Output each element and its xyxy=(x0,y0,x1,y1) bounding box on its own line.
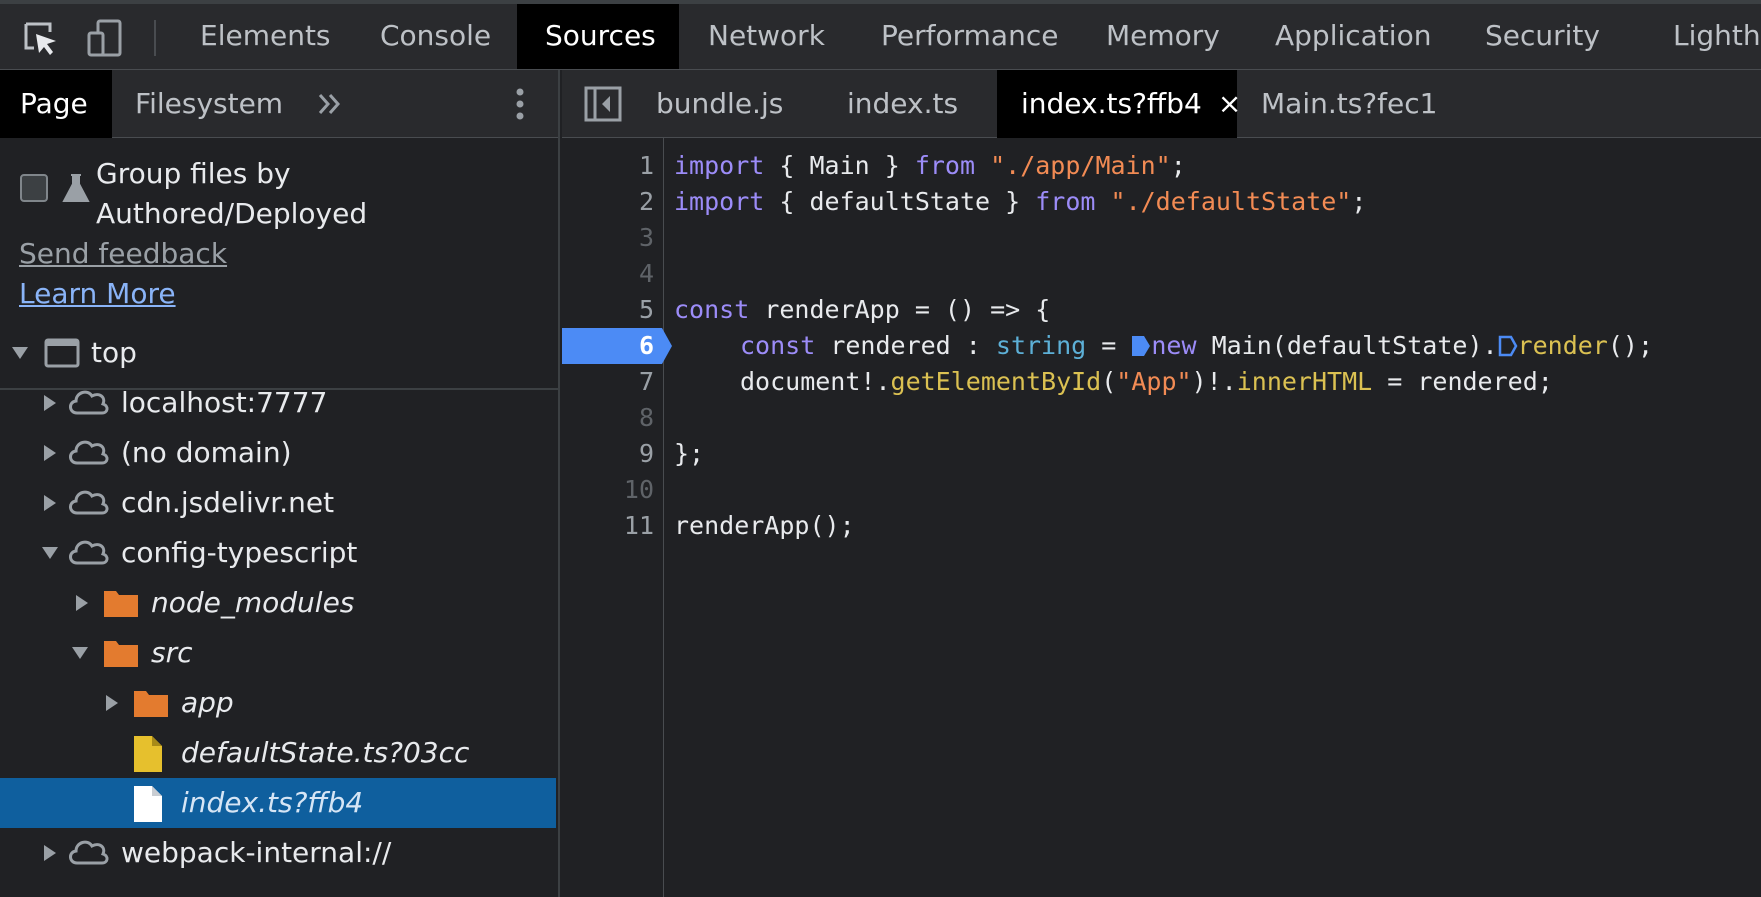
folder-icon xyxy=(104,641,138,667)
code-line-9: }; xyxy=(674,439,705,468)
tree-item-label: config-typescript xyxy=(121,536,358,569)
group-files-label: Group files by Authored/Deployed xyxy=(96,157,368,230)
navigator-tabs: Page Filesystem xyxy=(0,70,558,138)
code-line-2: import { defaultState } from "./defaultS… xyxy=(674,187,1367,216)
cloud-icon xyxy=(69,540,109,565)
tab-page[interactable]: Page xyxy=(0,70,112,138)
tab-console[interactable]: Console xyxy=(352,4,519,69)
tree-item-label: cdn.jsdelivr.net xyxy=(121,486,335,519)
editor-tab-index-ts-ffb4[interactable]: index.ts?ffb4 × xyxy=(997,70,1241,138)
tree-item-label: localhost:7777 xyxy=(121,386,328,419)
group-files-checkbox[interactable] xyxy=(20,174,48,202)
editor-tab-bundle-js[interactable]: bundle.js xyxy=(656,70,783,138)
tree-item-src[interactable]: src xyxy=(0,628,556,678)
tree-item-label: app xyxy=(181,686,234,719)
triangle-down-icon[interactable] xyxy=(10,328,30,378)
code-line-1: import { Main } from "./app/Main"; xyxy=(674,151,1186,180)
tree-item-index-ts[interactable]: index.ts?ffb4 xyxy=(0,778,556,828)
tree-item-app[interactable]: app xyxy=(0,678,556,728)
tree-item-node-modules[interactable]: node_modules xyxy=(0,578,556,628)
cloud-icon xyxy=(69,840,109,865)
tree-item-label: (no domain) xyxy=(121,436,292,469)
devtools-toolbar: Elements Console Sources Network Perform… xyxy=(0,0,1761,70)
tab-memory[interactable]: Memory xyxy=(1078,4,1248,69)
cloud-icon xyxy=(69,490,109,515)
tree-item-label: webpack-internal:// xyxy=(121,836,392,869)
line-number[interactable]: 10 xyxy=(562,472,654,508)
triangle-right-icon[interactable] xyxy=(40,428,60,478)
device-toolbar-icon[interactable] xyxy=(86,18,126,58)
tab-application[interactable]: Application xyxy=(1247,4,1459,69)
tree-item-label: src xyxy=(151,636,193,669)
frame-icon xyxy=(44,338,80,368)
code-line-5: const renderApp = () => { xyxy=(674,295,1051,324)
sources-navigator: Page Filesystem Group files by Authored/… xyxy=(0,70,560,897)
line-number[interactable]: 8 xyxy=(562,400,654,436)
cloud-icon xyxy=(69,390,109,415)
code-editor[interactable]: 1 2 3 4 5 7 8 9 10 11 7 6 import { Main … xyxy=(562,138,1761,897)
tab-sources[interactable]: Sources xyxy=(517,4,679,69)
tab-filesystem[interactable]: Filesystem xyxy=(115,70,303,138)
tree-item-no-domain[interactable]: (no domain) xyxy=(0,428,556,478)
tab-performance[interactable]: Performance xyxy=(853,4,1086,69)
triangle-right-icon[interactable] xyxy=(40,828,60,878)
tree-item-label: node_modules xyxy=(151,586,355,619)
send-feedback-link[interactable]: Send feedback xyxy=(19,234,227,274)
inspect-element-icon[interactable] xyxy=(20,18,60,58)
line-number[interactable]: 5 xyxy=(562,292,654,328)
tree-item-webpack-internal[interactable]: webpack-internal:// xyxy=(0,828,556,878)
tab-network[interactable]: Network xyxy=(680,4,853,69)
breakpoint-line-number[interactable]: 6 xyxy=(562,328,654,364)
triangle-down-icon[interactable] xyxy=(70,628,90,678)
tree-item-label: top xyxy=(91,336,137,369)
tree-item-label: index.ts?ffb4 xyxy=(181,786,364,819)
inline-breakpoint-icon[interactable] xyxy=(1498,335,1518,357)
tree-item-top[interactable]: top xyxy=(0,328,556,378)
line-number[interactable]: 2 xyxy=(562,184,654,220)
file-icon xyxy=(134,786,162,822)
triangle-right-icon[interactable] xyxy=(102,678,122,728)
inline-breakpoint-icon[interactable] xyxy=(1131,335,1151,357)
code-line-6: const rendered : string = new Main(defau… xyxy=(740,331,1654,360)
line-gutter[interactable]: 1 2 3 4 5 7 8 9 10 11 xyxy=(562,138,664,897)
tree-item-label: defaultState.ts?03cc xyxy=(181,736,470,769)
line-number[interactable]: 7 xyxy=(562,364,654,400)
line-number[interactable]: 1 xyxy=(562,148,654,184)
learn-more-link[interactable]: Learn More xyxy=(19,274,176,314)
toggle-navigator-icon[interactable] xyxy=(584,86,622,122)
line-number[interactable]: 11 xyxy=(562,508,654,544)
triangle-down-icon[interactable] xyxy=(40,528,60,578)
toolbar-separator xyxy=(154,20,156,56)
cloud-icon xyxy=(69,440,109,465)
line-number[interactable]: 4 xyxy=(562,256,654,292)
editor-tab-label: index.ts?ffb4 xyxy=(1021,87,1202,120)
folder-icon xyxy=(134,691,168,717)
line-number[interactable]: 3 xyxy=(562,220,654,256)
close-icon[interactable]: × xyxy=(1218,87,1241,120)
code-line-7: document!.getElementById("App")!.innerHT… xyxy=(740,367,1553,396)
line-number[interactable]: 9 xyxy=(562,436,654,472)
tree-item-config-typescript[interactable]: config-typescript xyxy=(0,528,556,578)
folder-icon xyxy=(104,591,138,617)
tab-elements[interactable]: Elements xyxy=(172,4,359,69)
chevron-double-right-icon[interactable] xyxy=(316,90,344,118)
editor-tab-main-ts[interactable]: Main.ts?fec1 xyxy=(1261,70,1437,138)
tree-item-localhost[interactable]: localhost:7777 xyxy=(0,378,556,428)
triangle-right-icon[interactable] xyxy=(40,378,60,428)
tree-item-cdn[interactable]: cdn.jsdelivr.net xyxy=(0,478,556,528)
experiment-flask-icon xyxy=(62,174,90,202)
tab-security[interactable]: Security xyxy=(1457,4,1628,69)
triangle-right-icon[interactable] xyxy=(40,478,60,528)
file-icon xyxy=(134,736,162,772)
more-options-icon[interactable] xyxy=(508,86,532,122)
editor-tabs: bundle.js index.ts index.ts?ffb4 × Main.t… xyxy=(562,70,1761,138)
tab-lighthouse[interactable]: Lighthouse xyxy=(1645,4,1761,69)
triangle-right-icon[interactable] xyxy=(72,578,92,628)
code-line-11: renderApp(); xyxy=(674,511,855,540)
editor-tab-index-ts[interactable]: index.ts xyxy=(847,70,958,138)
tree-item-default-state[interactable]: defaultState.ts?03cc xyxy=(0,728,556,778)
